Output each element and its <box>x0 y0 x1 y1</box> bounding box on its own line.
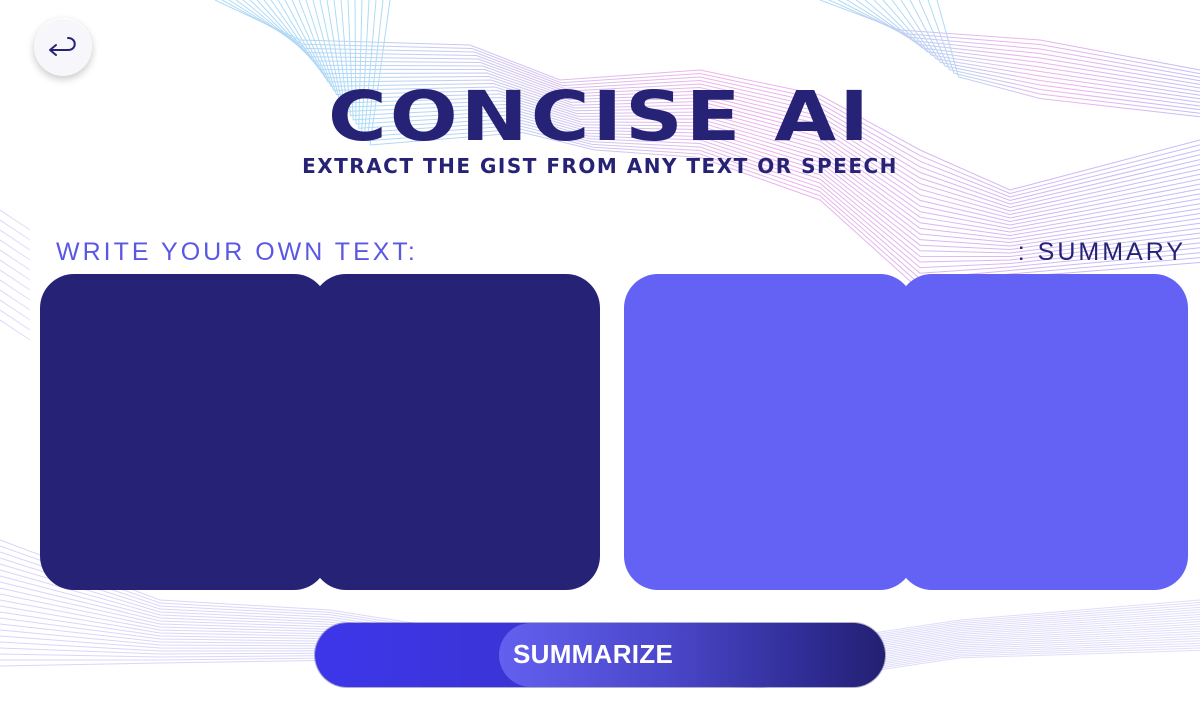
input-label: WRITE YOUR OWN TEXT: <box>56 238 418 266</box>
summary-output-panel <box>624 274 1188 590</box>
back-button[interactable] <box>34 18 92 76</box>
summary-label: : SUMMARY <box>1017 238 1186 266</box>
return-arrow-icon <box>49 37 76 56</box>
summary-output <box>648 296 1164 568</box>
summarize-button-label: SUMMARIZE <box>513 639 674 669</box>
text-input-panel[interactable] <box>40 274 600 590</box>
page-subtitle: EXTRACT THE GIST FROM ANY TEXT OR SPEECH <box>302 154 898 178</box>
text-input[interactable] <box>64 296 580 572</box>
page-title: CONCISE AI <box>328 76 872 157</box>
summarize-button[interactable]: SUMMARIZE <box>315 623 885 687</box>
